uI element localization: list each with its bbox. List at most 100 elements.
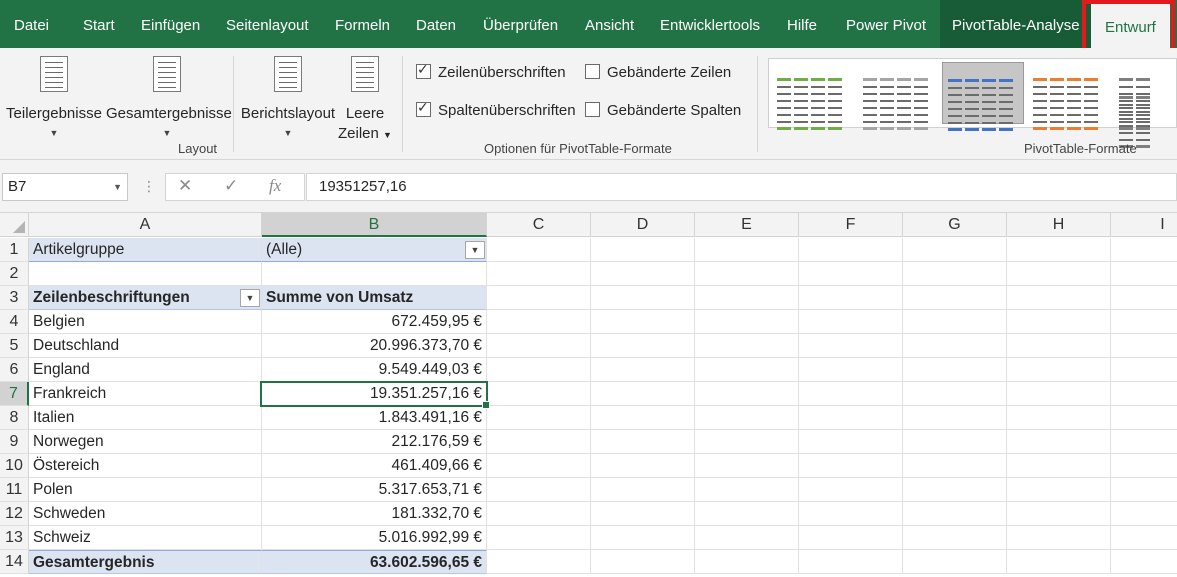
table-row-value[interactable]: 1.843.491,16 € (262, 406, 487, 430)
cell-a2[interactable] (29, 262, 262, 286)
empty-cell[interactable] (591, 478, 695, 502)
empty-cell[interactable] (799, 550, 903, 574)
empty-cell[interactable] (799, 502, 903, 526)
select-all-corner[interactable] (0, 213, 29, 237)
cell-a1-filter-label[interactable]: Artikelgruppe (29, 238, 262, 262)
empty-cell[interactable] (591, 262, 695, 286)
tab-datei[interactable]: Datei (14, 0, 49, 48)
grand-total-label[interactable]: Gesamtergebnis (29, 550, 262, 574)
blank-rows-button[interactable]: Leere Zeilen ▼ (336, 48, 394, 145)
row-header[interactable]: 7 (0, 382, 29, 406)
empty-cell[interactable] (591, 550, 695, 574)
table-row-value[interactable]: 672.459,95 € (262, 310, 487, 334)
table-row-label[interactable]: Norwegen (29, 430, 262, 454)
table-row-value[interactable]: 181.332,70 € (262, 502, 487, 526)
empty-cell[interactable] (799, 454, 903, 478)
empty-cell[interactable] (1007, 406, 1111, 430)
table-row-value[interactable]: 212.176,59 € (262, 430, 487, 454)
empty-cell[interactable] (487, 358, 591, 382)
empty-cell[interactable] (1007, 430, 1111, 454)
empty-cell[interactable] (1007, 550, 1111, 574)
row-header[interactable]: 8 (0, 406, 29, 430)
table-row-label[interactable]: Frankreich (29, 382, 262, 406)
table-row-value[interactable]: 5.016.992,99 € (262, 526, 487, 550)
empty-cell[interactable] (695, 286, 799, 310)
empty-cell[interactable] (591, 286, 695, 310)
empty-cell[interactable] (1007, 334, 1111, 358)
empty-cell[interactable] (903, 454, 1007, 478)
empty-cell[interactable] (591, 526, 695, 550)
empty-cell[interactable] (903, 262, 1007, 286)
style-swatch-orange[interactable] (1028, 62, 1110, 130)
empty-cell[interactable] (1111, 238, 1177, 262)
tab-pivottable-analyse[interactable]: PivotTable-Analyse (940, 0, 1092, 48)
empty-cell[interactable] (799, 382, 903, 406)
empty-cell[interactable] (1111, 502, 1177, 526)
style-swatch-gray[interactable] (858, 62, 940, 130)
table-row-label[interactable]: Belgien (29, 310, 262, 334)
column-header-c[interactable]: C (487, 213, 591, 237)
empty-cell[interactable] (695, 310, 799, 334)
empty-cell[interactable] (799, 238, 903, 262)
table-row-value[interactable]: 19.351.257,16 € (262, 382, 487, 406)
empty-cell[interactable] (695, 382, 799, 406)
table-row-value[interactable]: 20.996.373,70 € (262, 334, 487, 358)
empty-cell[interactable] (1111, 358, 1177, 382)
tab-formeln[interactable]: Formeln (335, 0, 390, 48)
tab-power-pivot[interactable]: Power Pivot (846, 0, 926, 48)
empty-cell[interactable] (591, 430, 695, 454)
empty-cell[interactable] (799, 526, 903, 550)
empty-cell[interactable] (487, 550, 591, 574)
cell-b1-filter-value[interactable]: (Alle) ▼ (262, 238, 487, 262)
tab-einfuegen[interactable]: Einfügen (141, 0, 200, 48)
cell-a3-row-labels-header[interactable]: Zeilenbeschriftungen ▼ (29, 286, 262, 310)
empty-cell[interactable] (487, 238, 591, 262)
table-row-label[interactable]: Deutschland (29, 334, 262, 358)
col-headers-checkbox[interactable]: ✓ Spaltenüberschriften (416, 99, 576, 119)
empty-cell[interactable] (1111, 406, 1177, 430)
empty-cell[interactable] (695, 526, 799, 550)
empty-cell[interactable] (903, 334, 1007, 358)
row-header[interactable]: 10 (0, 454, 29, 478)
column-header-h[interactable]: H (1007, 213, 1111, 237)
row-header[interactable]: 3 (0, 286, 29, 310)
empty-cell[interactable] (903, 382, 1007, 406)
tab-entwicklertools[interactable]: Entwicklertools (660, 0, 760, 48)
tab-entwurf[interactable]: Entwurf (1091, 0, 1170, 48)
tab-ansicht[interactable]: Ansicht (585, 0, 634, 48)
empty-cell[interactable] (591, 502, 695, 526)
formula-input[interactable]: 19351257,16 (306, 173, 1177, 201)
empty-cell[interactable] (903, 430, 1007, 454)
empty-cell[interactable] (487, 406, 591, 430)
empty-cell[interactable] (799, 334, 903, 358)
empty-cell[interactable] (695, 454, 799, 478)
empty-cell[interactable] (1007, 310, 1111, 334)
table-row-label[interactable]: Schweiz (29, 526, 262, 550)
report-layout-button[interactable]: Berichtslayout ▼ (240, 48, 336, 138)
cell-b3-values-header[interactable]: Summe von Umsatz (262, 286, 487, 310)
tab-start[interactable]: Start (83, 0, 115, 48)
grand-total-value[interactable]: 63.602.596,65 € (262, 550, 487, 574)
empty-cell[interactable] (903, 526, 1007, 550)
empty-cell[interactable] (1007, 262, 1111, 286)
empty-cell[interactable] (1007, 526, 1111, 550)
empty-cell[interactable] (487, 310, 591, 334)
empty-cell[interactable] (1111, 286, 1177, 310)
empty-cell[interactable] (1111, 454, 1177, 478)
column-header-g[interactable]: G (903, 213, 1007, 237)
empty-cell[interactable] (903, 238, 1007, 262)
empty-cell[interactable] (695, 478, 799, 502)
tab-ueberpruefen[interactable]: Überprüfen (483, 0, 558, 48)
empty-cell[interactable] (695, 502, 799, 526)
empty-cell[interactable] (799, 478, 903, 502)
row-header[interactable]: 9 (0, 430, 29, 454)
empty-cell[interactable] (1111, 262, 1177, 286)
empty-cell[interactable] (1007, 382, 1111, 406)
empty-cell[interactable] (903, 406, 1007, 430)
row-header[interactable]: 4 (0, 310, 29, 334)
empty-cell[interactable] (903, 502, 1007, 526)
row-header[interactable]: 13 (0, 526, 29, 550)
empty-cell[interactable] (1111, 310, 1177, 334)
banded-cols-checkbox[interactable]: Gebänderte Spalten (585, 102, 741, 119)
row-headers-checkbox[interactable]: ✓ Zeilenüberschriften (416, 61, 566, 81)
